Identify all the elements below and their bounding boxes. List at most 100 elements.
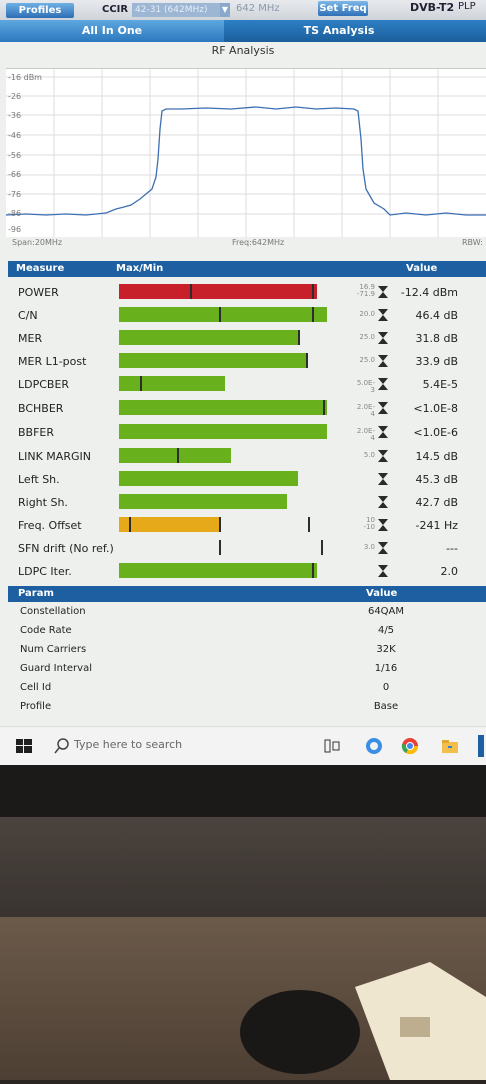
hourglass-icon[interactable] [376,308,390,322]
measure-name: BBFER [18,426,55,439]
param-value: 64QAM [367,606,405,617]
param-row: Guard Interval 1/16 [8,660,486,679]
measure-value: -241 Hz [415,519,458,532]
measure-name: C/N [18,309,38,322]
param-name: Code Rate [20,625,72,636]
set-freq-label: Set Freq [319,3,367,14]
maxmin-column-header: Max/Min [116,263,164,274]
measure-name: MER [18,332,43,345]
level-bar-track [119,400,327,415]
measure-value: 14.5 dB [415,450,458,463]
measure-row: MER 25.0 31.8 dB [8,328,486,350]
set-freq-button[interactable]: Set Freq [318,1,368,16]
plp-label[interactable]: PLP [458,1,476,12]
threshold-label: 20.0 [359,310,375,318]
param-row: Code Rate 4/5 [8,622,486,641]
span-label: Span:20MHz [12,238,63,247]
param-name: Constellation [20,606,86,617]
level-bar-track [119,307,327,322]
max-min-marker [321,540,323,555]
rf-spectrum-plot: -16 dBm -26 -36 -46 -56 -66 -76 -86 -96 [5,68,486,237]
channel-select[interactable]: 42-31 (642MHz) [132,3,229,17]
chevron-down-icon[interactable]: ▼ [220,3,230,17]
spectrum-svg [5,69,486,237]
measure-name: SFN drift (No ref.) [18,542,114,555]
threshold-label: 25.0 [359,356,375,364]
hourglass-icon[interactable] [376,331,390,345]
measure-row: LINK MARGIN 5.0 14.5 dB [8,446,486,468]
level-bar-fill [119,284,317,299]
param-name: Profile [20,701,52,712]
level-bar-fill [119,563,317,578]
hourglass-icon[interactable] [376,495,390,509]
y-tick: -36 [8,111,22,120]
param-name: Guard Interval [20,663,92,674]
measure-row: POWER 16.9 -71.9 -12.4 dBm [8,282,486,304]
y-tick: -86 [8,209,22,218]
internet-explorer-icon[interactable] [364,736,384,756]
hourglass-icon[interactable] [376,472,390,486]
taskbar-search-input[interactable]: Type here to search [74,735,294,755]
chrome-icon[interactable] [400,736,420,756]
measure-value: 33.9 dB [415,355,458,368]
hourglass-icon[interactable] [376,354,390,368]
measure-value: <1.0E-8 [413,402,458,415]
max-min-marker [308,517,310,532]
hourglass-icon[interactable] [376,541,390,555]
threshold-label: 3.0 [363,543,375,551]
measure-value: 45.3 dB [415,473,458,486]
hourglass-icon[interactable] [376,518,390,532]
center-freq-label: Freq:642MHz [232,238,285,247]
hourglass-icon[interactable] [376,377,390,391]
hourglass-icon[interactable] [376,564,390,578]
param-value: 1/16 [374,663,398,674]
measure-name: LDPCBER [18,378,70,391]
taskbar-app-indicator[interactable] [478,735,484,757]
windows-start-icon[interactable] [14,736,34,756]
rf-analysis-title: RF Analysis [211,44,275,57]
level-bar-fill [119,448,231,463]
max-min-marker [190,284,192,299]
level-bar-track [119,563,327,578]
measure-column-header: Measure [16,263,65,274]
monitor-bezel [0,765,486,817]
task-view-icon[interactable] [322,736,342,756]
measure-value: 46.4 dB [415,309,458,322]
level-bar-fill [119,494,287,509]
tab-ts-analysis[interactable]: TS Analysis [226,20,452,42]
hourglass-icon[interactable] [376,285,390,299]
level-bar-track [119,353,327,368]
level-bar-fill [119,353,306,368]
measure-value: 31.8 dB [415,332,458,345]
max-min-marker [312,563,314,578]
hourglass-icon[interactable] [376,401,390,415]
level-bar-track [119,448,327,463]
tab-all-in-one[interactable]: All In One [0,20,224,42]
max-min-marker [298,330,300,345]
foreground-shelf [0,917,486,1080]
threshold-label: 5.0 [363,451,375,459]
file-explorer-icon[interactable] [440,736,460,756]
hourglass-icon[interactable] [376,425,390,439]
profiles-label: Profiles [18,5,62,16]
profiles-button[interactable]: Profiles [6,3,74,18]
measure-row: C/N 20.0 46.4 dB [8,305,486,327]
measure-row: Right Sh. 42.7 dB [8,492,486,514]
measure-value: 5.4E-5 [422,378,458,391]
param-value: Base [373,701,399,712]
measure-row: BCHBER 2.0E-4 <1.0E-8 [8,398,486,420]
level-bar-track [119,424,327,439]
measure-value: --- [446,542,458,555]
taskbar: Type here to search [0,726,486,765]
threshold-label: 10 -10 [353,517,375,531]
threshold-line: -10 [363,523,375,531]
channel-value: 42-31 (642MHz) [135,5,208,15]
measure-header: Measure Max/Min Value [8,261,486,277]
measure-row: LDPC Iter. 2.0 [8,561,486,583]
param-row: Constellation 64QAM [8,603,486,622]
search-icon [54,738,69,754]
hourglass-icon[interactable] [376,449,390,463]
param-value-column-header: Value [366,588,398,599]
analyzer-screen: Profiles CCIR 42-31 (642MHz) ▼ 642 MHz S… [0,0,486,765]
level-bar-track [119,540,327,555]
